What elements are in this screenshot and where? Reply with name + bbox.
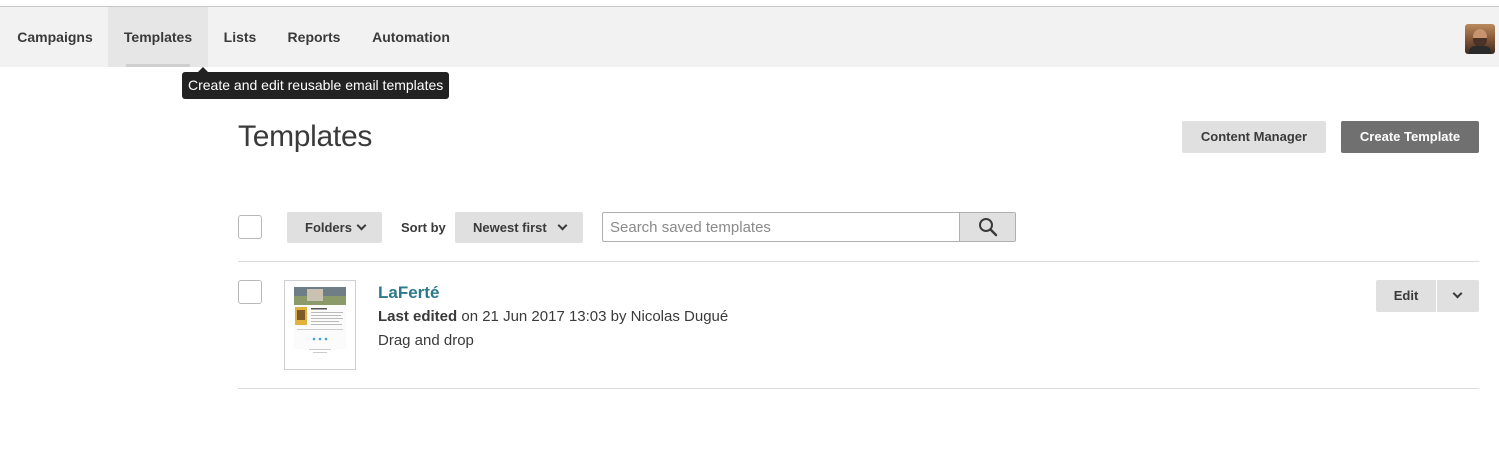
nav-campaigns-label: Campaigns xyxy=(17,29,93,45)
active-nav-indicator xyxy=(126,64,190,67)
edit-options-button[interactable] xyxy=(1437,280,1479,312)
nav-automation-label: Automation xyxy=(372,29,450,45)
last-edited-label: Last edited xyxy=(378,308,458,325)
search-input[interactable] xyxy=(603,213,959,241)
template-name-link[interactable]: LaFerté xyxy=(378,283,439,303)
nav-automation[interactable]: Automation xyxy=(356,7,466,67)
main-nav: Campaigns Templates Lists Reports Automa… xyxy=(0,7,1499,67)
top-border xyxy=(0,0,1499,7)
search-box xyxy=(602,212,1016,242)
edit-button[interactable]: Edit xyxy=(1376,280,1436,312)
template-preview-image xyxy=(294,287,346,353)
avatar-body xyxy=(1469,46,1491,54)
last-edited-details: on 21 Jun 2017 13:03 by Nicolas Dugué xyxy=(461,308,729,325)
select-all-checkbox[interactable] xyxy=(238,215,262,239)
nav-reports-label: Reports xyxy=(287,29,341,45)
template-last-edited: Last edited on 21 Jun 2017 13:03 by Nico… xyxy=(378,308,728,325)
template-checkbox[interactable] xyxy=(238,280,262,304)
content-manager-button[interactable]: Content Manager xyxy=(1182,121,1326,153)
nav-campaigns[interactable]: Campaigns xyxy=(0,7,110,67)
nav-lists[interactable]: Lists xyxy=(208,7,272,67)
page-title: Templates xyxy=(238,120,373,153)
chevron-down-icon xyxy=(1452,288,1463,299)
nav-lists-label: Lists xyxy=(223,29,257,45)
search-button[interactable] xyxy=(959,213,1015,241)
chevron-down-icon xyxy=(557,220,568,231)
nav-templates[interactable]: Templates xyxy=(108,7,208,67)
folders-label: Folders xyxy=(305,220,352,235)
list-bottom-divider xyxy=(238,388,1479,389)
create-template-button[interactable]: Create Template xyxy=(1341,121,1479,153)
search-icon xyxy=(979,218,998,237)
nav-tooltip: Create and edit reusable email templates xyxy=(182,67,450,99)
list-top-divider xyxy=(238,261,1479,262)
sort-by-label: Sort by xyxy=(401,220,446,235)
nav-reports[interactable]: Reports xyxy=(272,7,356,67)
sort-dropdown[interactable]: Newest first xyxy=(455,212,583,243)
chevron-down-icon xyxy=(356,220,367,231)
folders-dropdown[interactable]: Folders xyxy=(287,212,382,243)
user-avatar[interactable] xyxy=(1465,24,1495,54)
template-type: Drag and drop xyxy=(378,332,474,349)
template-thumbnail[interactable] xyxy=(284,280,356,370)
nav-templates-label: Templates xyxy=(123,29,193,45)
sort-value: Newest first xyxy=(473,220,547,235)
